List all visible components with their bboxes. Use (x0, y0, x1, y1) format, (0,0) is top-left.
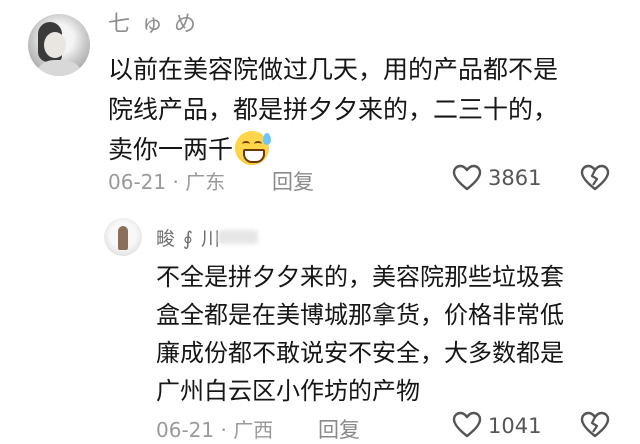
comment-text-line: 廉成份都不敢说安不安全，大多数都是 (156, 339, 564, 367)
comment-location: 广东 (185, 170, 226, 194)
like-button[interactable] (452, 411, 482, 439)
comment-location: 广西 (233, 418, 274, 442)
comment-text-line: 盒全都是在美博城那拿货，价格非常低 (156, 301, 564, 329)
reply-comment-text: 不全是拼夕夕来的，美容院那些垃圾套 盒全都是在美博城那拿货，价格非常低 廉成份都… (156, 258, 616, 410)
comment-text-line: 卖你一两千 (108, 130, 608, 170)
like-count: 1041 (488, 414, 542, 438)
reply-comment-meta: 06-21 · 广西 (156, 414, 273, 443)
dislike-button[interactable] (580, 164, 610, 192)
broken-heart-icon (580, 164, 610, 191)
comment-meta: 06-21 · 广东 (108, 166, 225, 195)
reply-button[interactable]: 回复 (272, 166, 314, 196)
name-blur (218, 230, 258, 244)
meta-separator: · (220, 418, 227, 442)
like-count: 3861 (488, 166, 542, 190)
comment-date: 06-21 (156, 418, 215, 442)
reply-commenter-name[interactable]: 畯 ∮ 川 (156, 224, 221, 251)
comment-text-line: 广州白云区小作坊的产物 (156, 377, 420, 405)
reply-button[interactable]: 回复 (318, 414, 360, 444)
meta-separator: · (172, 170, 179, 194)
broken-heart-icon (580, 411, 610, 438)
comment-text-line: 院线产品，都是拼夕夕来的，二三十的， (108, 95, 559, 124)
heart-icon (452, 164, 482, 191)
comment-text: 以前在美容院做过几天，用的产品都不是 院线产品，都是拼夕夕来的，二三十的， 卖你… (108, 50, 608, 170)
comment-text-line: 以前在美容院做过几天，用的产品都不是 (108, 55, 559, 84)
comment-date: 06-21 (108, 170, 167, 194)
heart-icon (452, 411, 482, 438)
comment-text-segment: 卖你一两千 (108, 135, 234, 164)
commenter-name[interactable]: 七 ゅ め (108, 6, 198, 38)
reply-commenter-avatar[interactable] (104, 218, 142, 256)
like-button[interactable] (452, 164, 482, 192)
dislike-button[interactable] (580, 411, 610, 439)
sweat-smile-emoji-icon (235, 131, 272, 165)
comment-text-line: 不全是拼夕夕来的，美容院那些垃圾套 (156, 263, 564, 291)
commenter-avatar[interactable] (28, 14, 90, 76)
